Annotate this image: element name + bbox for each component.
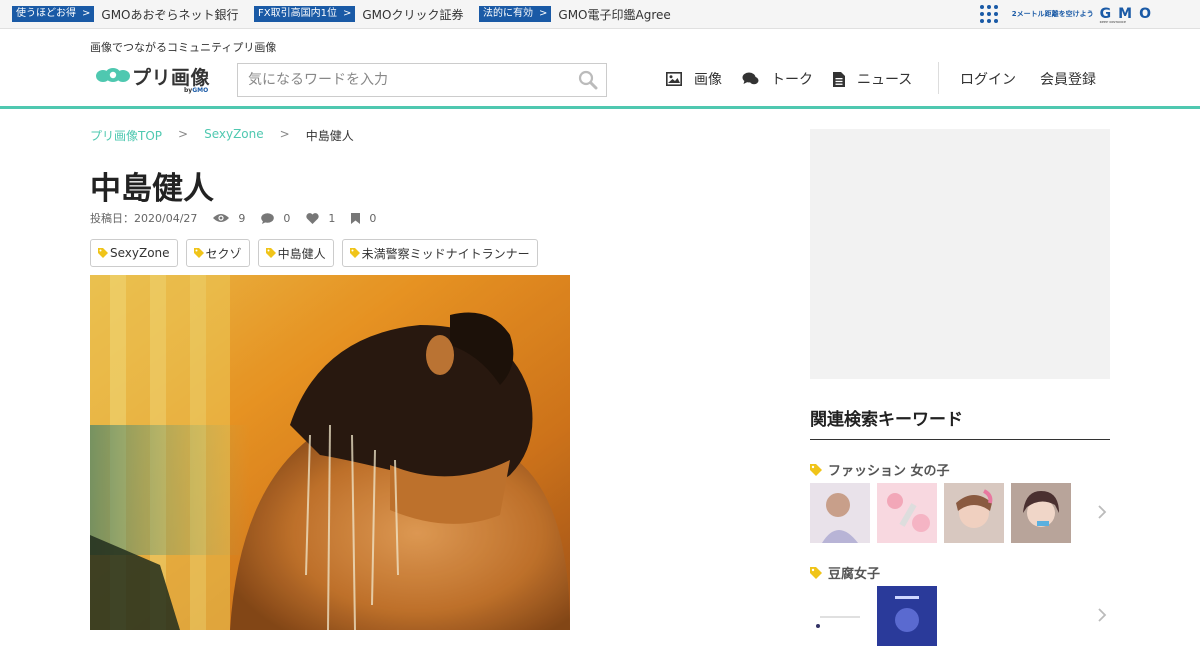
breadcrumb-separator: >	[178, 127, 189, 141]
tag-chip[interactable]: セクゾ	[185, 239, 250, 267]
thumbnail-image[interactable]	[944, 483, 1004, 543]
breadcrumb-category[interactable]: SexyZone	[204, 127, 264, 144]
search-icon[interactable]	[578, 70, 598, 90]
tag-icon	[810, 463, 822, 476]
thumbnail-image[interactable]	[1011, 483, 1071, 543]
keyword-thumbnails	[810, 586, 944, 646]
heart-icon	[306, 212, 320, 224]
like-count: 1	[306, 212, 335, 225]
grid-dots-icon	[979, 5, 998, 23]
tag-chip[interactable]: SexyZone	[90, 239, 178, 267]
thumbnail-image[interactable]	[810, 586, 870, 646]
breadcrumb-current: 中島健人	[305, 129, 354, 143]
thumbnail-image[interactable]	[877, 586, 937, 646]
gmo-badge: 使うほどお得 >	[12, 6, 95, 22]
gmo-badge: 法的に有効 >	[479, 6, 552, 22]
tag-icon	[265, 248, 276, 258]
thumbnail-image[interactable]	[877, 483, 937, 543]
page-title: 中島健人	[90, 171, 214, 207]
tag-chip[interactable]: 未満警察ミッドナイトランナー	[341, 239, 538, 267]
thumbnail-image[interactable]	[810, 483, 870, 543]
main-nav: 画像 トーク ニュース	[666, 69, 932, 89]
site-header: 画像でつながるコミュニティプリ画像 プリ画像 byGMO 画像	[0, 29, 1200, 109]
tag-icon	[349, 248, 360, 258]
tag-icon	[193, 248, 204, 258]
logo-by: byGMO	[184, 87, 209, 94]
view-count: 9	[213, 212, 245, 225]
related-keywords-title: 関連検索キーワード	[810, 405, 1110, 440]
tag-icon	[98, 248, 108, 258]
gmo-top-bar: 使うほどお得 > GMOあおぞらネット銀行 FX取引高国内1位 > GMOクリック証…	[0, 0, 1200, 29]
chevron-right-icon[interactable]	[1097, 608, 1107, 622]
logo-text: プリ画像	[132, 67, 211, 89]
post-photo-illustration	[90, 275, 570, 630]
post-date: 投稿日：2020/04/27	[90, 212, 198, 225]
gmo-logo: GMO KEEP DISTANCE	[1099, 6, 1158, 24]
nav-label: トーク	[771, 72, 813, 88]
bookmark-icon	[351, 212, 361, 224]
tag-list: SexyZone セクゾ 中島健人 未満警察ミッドナイトランナー	[90, 239, 546, 267]
chevron-right-icon[interactable]	[1097, 505, 1107, 519]
gmo-link-label[interactable]: GMOクリック証券	[362, 6, 463, 23]
comment-icon	[261, 212, 275, 224]
gmo-link-label[interactable]: GMOあおぞらネット銀行	[101, 6, 238, 23]
keep-distance-text: 2メートル距離を空けよう	[1011, 10, 1094, 18]
chat-icon	[742, 72, 759, 85]
site-tagline: 画像でつながるコミュニティプリ画像	[90, 41, 277, 54]
image-icon	[666, 72, 682, 86]
nav-item-images[interactable]: 画像	[666, 69, 722, 89]
keyword-thumbnails	[810, 483, 1078, 543]
tag-icon	[810, 566, 822, 579]
gmo-link-fx[interactable]: FX取引高国内1位 > GMOクリック証券	[254, 6, 463, 22]
logo-mark-icon	[96, 68, 130, 82]
post-image[interactable]	[90, 275, 570, 630]
keyword-label[interactable]: ファッション 女の子	[810, 460, 950, 479]
gmo-link-bank[interactable]: 使うほどお得 > GMOあおぞらネット銀行	[12, 6, 239, 22]
search-box	[237, 63, 607, 97]
nav-divider	[938, 62, 939, 94]
eye-icon	[213, 214, 230, 222]
document-icon	[833, 71, 845, 87]
gmo-link-agree[interactable]: 法的に有効 > GMO電子印鑑Agree	[479, 6, 671, 22]
breadcrumb-separator: >	[279, 127, 290, 141]
bookmark-count: 0	[351, 212, 376, 225]
login-link[interactable]: ログイン	[960, 69, 1016, 89]
nav-label: ニュース	[857, 72, 913, 88]
gmo-link-label[interactable]: GMO電子印鑑Agree	[558, 6, 670, 23]
ad-slot	[810, 129, 1110, 379]
keyword-label[interactable]: 豆腐女子	[810, 563, 880, 582]
post-meta: 投稿日：2020/04/27 9 0 1 0	[90, 211, 376, 226]
gmo-badge: FX取引高国内1位 >	[254, 6, 356, 22]
search-input[interactable]	[238, 64, 558, 96]
breadcrumb-top[interactable]: プリ画像TOP	[90, 127, 162, 144]
breadcrumb: プリ画像TOP > SexyZone > 中島健人	[90, 127, 354, 144]
nav-item-talk[interactable]: トーク	[742, 69, 813, 89]
comment-count: 0	[261, 212, 290, 225]
gmo-keep-distance-banner[interactable]: 2メートル距離を空けよう GMO KEEP DISTANCE	[979, 4, 1158, 24]
nav-label: 画像	[694, 72, 722, 88]
register-link[interactable]: 会員登録	[1040, 69, 1096, 89]
tag-chip[interactable]: 中島健人	[257, 239, 334, 267]
site-logo[interactable]: プリ画像 byGMO	[96, 63, 220, 97]
nav-item-news[interactable]: ニュース	[833, 69, 912, 89]
